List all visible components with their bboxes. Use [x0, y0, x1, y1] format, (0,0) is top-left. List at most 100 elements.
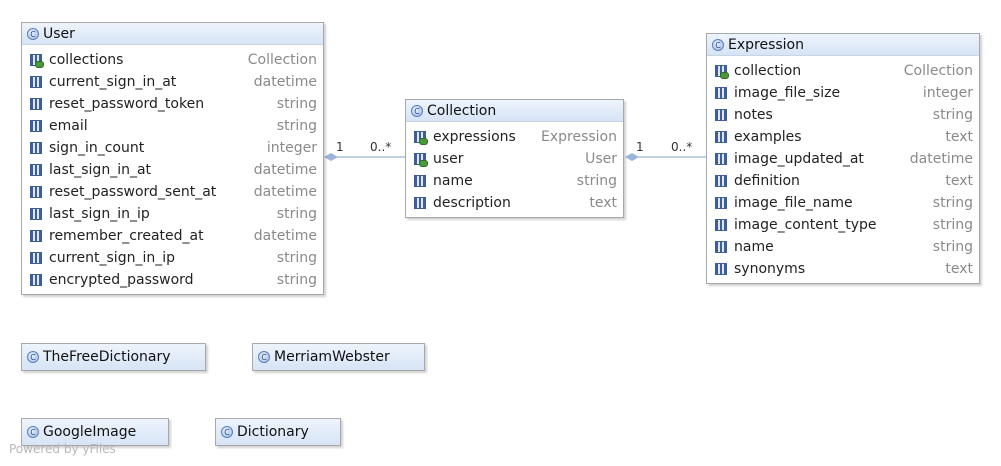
class-title: MerriamWebster	[274, 349, 390, 365]
attribute-icon	[715, 241, 727, 253]
attribute-type: datetime	[253, 228, 317, 244]
attribute-row[interactable]: definition text	[707, 170, 979, 192]
attribute-name: image_content_type	[734, 217, 877, 233]
class-header: C User	[22, 23, 323, 45]
edge-collection-expression[interactable]: 1 0..*	[625, 140, 706, 161]
attribute-row[interactable]: last_sign_in_ip string	[22, 203, 323, 225]
attribute-row[interactable]: current_sign_in_ip string	[22, 247, 323, 269]
diagram-canvas: 1 0..* 1 0..* C User collections Collecti…	[0, 0, 1001, 466]
edge-target-multiplicity: 0..*	[671, 140, 692, 154]
attribute-icon	[715, 87, 727, 99]
attribute-icon	[30, 274, 42, 286]
attribute-row[interactable]: user User	[406, 148, 623, 170]
attribute-icon	[715, 219, 727, 231]
aggregation-diamond-icon	[625, 153, 639, 161]
aggregation-diamond-icon	[324, 153, 338, 161]
attribute-icon	[715, 109, 727, 121]
attribute-row[interactable]: sign_in_count integer	[22, 137, 323, 159]
attribute-icon	[30, 76, 42, 88]
attribute-name: last_sign_in_at	[49, 162, 152, 178]
class-header: C TheFreeDictionary	[22, 344, 205, 370]
attribute-row[interactable]: reset_password_sent_at datetime	[22, 181, 323, 203]
attribute-row[interactable]: image_content_type string	[707, 214, 979, 236]
attribute-list: collections Collection current_sign_in_at…	[22, 45, 323, 291]
attribute-type: string	[576, 173, 617, 189]
attribute-list: collection Collection image_file_size inte…	[707, 56, 979, 280]
attribute-row[interactable]: reset_password_token string	[22, 93, 323, 115]
attribute-icon	[414, 175, 426, 187]
attribute-type: string	[932, 217, 973, 233]
edge-target-multiplicity: 0..*	[370, 140, 391, 154]
class-node-user[interactable]: C User collections Collection current_sig…	[21, 22, 324, 295]
edge-source-multiplicity: 1	[336, 140, 344, 154]
attribute-name: examples	[734, 129, 802, 145]
attribute-row[interactable]: image_updated_at datetime	[707, 148, 979, 170]
attribute-name: sign_in_count	[49, 140, 145, 156]
class-node-collection[interactable]: C Collection expressions Expression user U…	[405, 99, 624, 218]
attribute-name: collections	[49, 52, 124, 68]
attribute-row[interactable]: collections Collection	[22, 49, 323, 71]
attribute-row[interactable]: image_file_name string	[707, 192, 979, 214]
attribute-row[interactable]: expressions Expression	[406, 126, 623, 148]
attribute-name: remember_created_at	[49, 228, 204, 244]
attribute-name: current_sign_in_ip	[49, 250, 175, 266]
attribute-type: string	[276, 96, 317, 112]
attribute-icon	[30, 142, 42, 154]
attribute-row[interactable]: collection Collection	[707, 60, 979, 82]
attribute-name: notes	[734, 107, 773, 123]
edge-user-collection[interactable]: 1 0..*	[324, 140, 405, 161]
class-title: Collection	[427, 102, 497, 119]
attribute-name: user	[433, 151, 464, 167]
attribute-name: name	[734, 239, 774, 255]
attribute-name: image_file_name	[734, 195, 853, 211]
attribute-type: integer	[266, 140, 317, 156]
attribute-row[interactable]: image_file_size integer	[707, 82, 979, 104]
class-icon: C	[411, 104, 423, 117]
class-icon: C	[27, 426, 39, 438]
attribute-icon	[715, 263, 727, 275]
attribute-type: integer	[922, 85, 973, 101]
attribute-name: email	[49, 118, 88, 134]
attribute-row[interactable]: email string	[22, 115, 323, 137]
class-node-merriamwebster[interactable]: C MerriamWebster	[252, 343, 425, 371]
attribute-row[interactable]: notes string	[707, 104, 979, 126]
attribute-row[interactable]: remember_created_at datetime	[22, 225, 323, 247]
association-attribute-icon	[30, 54, 44, 68]
attribute-row[interactable]: name string	[707, 236, 979, 258]
attribute-type: Collection	[247, 52, 317, 68]
attribute-row[interactable]: description text	[406, 192, 623, 214]
association-attribute-icon	[414, 131, 428, 145]
attribute-name: image_updated_at	[734, 151, 864, 167]
attribute-type: string	[276, 206, 317, 222]
attribute-type: string	[276, 118, 317, 134]
attribute-list: expressions Expression user User name strin…	[406, 122, 623, 214]
attribute-name: collection	[734, 63, 802, 79]
attribute-name: description	[433, 195, 511, 211]
class-icon: C	[258, 351, 270, 363]
attribute-icon	[715, 153, 727, 165]
attribute-row[interactable]: synonyms text	[707, 258, 979, 280]
attribute-row[interactable]: current_sign_in_at datetime	[22, 71, 323, 93]
class-icon: C	[27, 351, 39, 363]
watermark: Powered by yFiles	[9, 442, 116, 456]
class-icon: C	[712, 38, 724, 51]
attribute-icon	[414, 197, 426, 209]
attribute-name: encrypted_password	[49, 272, 194, 288]
attribute-type: string	[276, 272, 317, 288]
edge-source-multiplicity: 1	[636, 140, 644, 154]
class-node-thefreedictionary[interactable]: C TheFreeDictionary	[21, 343, 206, 371]
attribute-row[interactable]: name string	[406, 170, 623, 192]
class-title: Expression	[728, 36, 804, 53]
class-node-dictionary[interactable]: C Dictionary	[215, 418, 341, 446]
attribute-row[interactable]: encrypted_password string	[22, 269, 323, 291]
class-title: User	[43, 25, 75, 42]
attribute-row[interactable]: examples text	[707, 126, 979, 148]
attribute-icon	[715, 131, 727, 143]
attribute-type: datetime	[909, 151, 973, 167]
attribute-type: string	[932, 107, 973, 123]
attribute-row[interactable]: last_sign_in_at datetime	[22, 159, 323, 181]
class-header: C Dictionary	[216, 419, 340, 445]
class-node-expression[interactable]: C Expression collection Collection image_…	[706, 33, 980, 284]
class-title: Dictionary	[237, 424, 309, 440]
class-icon: C	[27, 27, 39, 40]
